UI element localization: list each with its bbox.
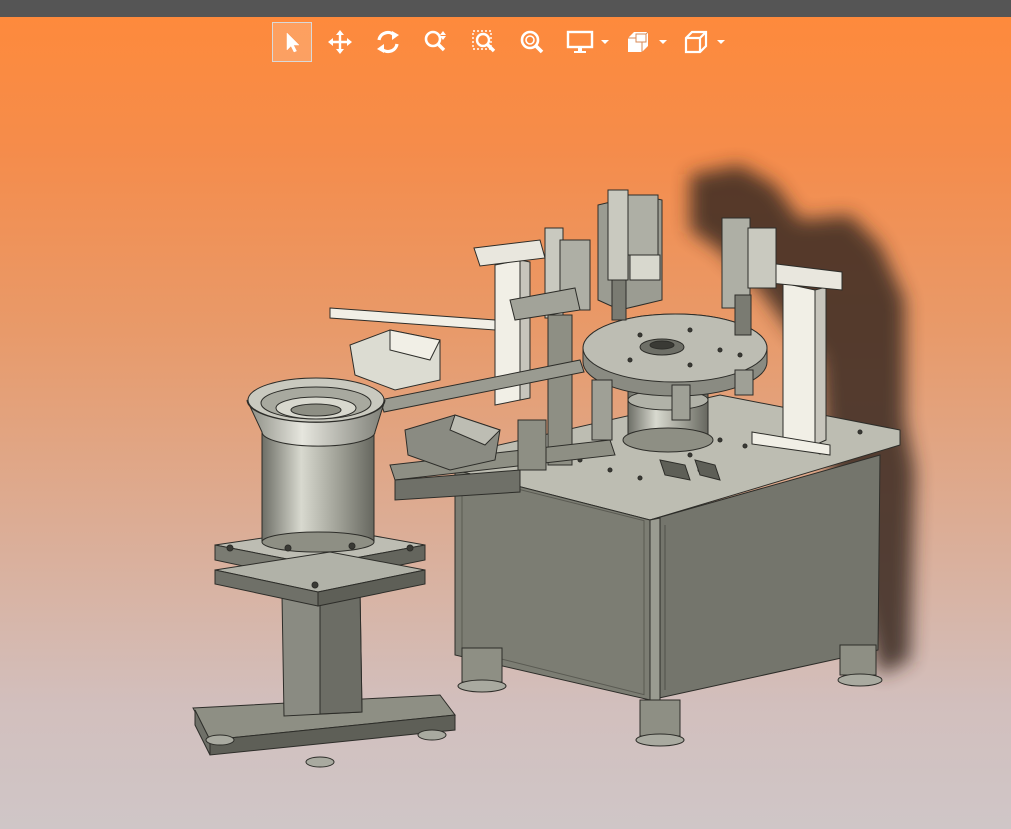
rotate-icon: [377, 30, 399, 54]
display-mode-dropdown[interactable]: [600, 22, 610, 62]
zoom-window-icon: [472, 30, 496, 53]
pan-tool-button[interactable]: [320, 22, 360, 62]
zoom-tool-button[interactable]: [416, 22, 456, 62]
display-monitor-icon: [566, 30, 594, 53]
section-view-button[interactable]: [618, 22, 658, 62]
view-toolbar: [272, 22, 726, 62]
select-arrow-icon: [286, 32, 300, 53]
rotate-tool-button[interactable]: [368, 22, 408, 62]
assembly-machine-3d-model: [192, 165, 915, 768]
zoom-window-tool-button[interactable]: [464, 22, 504, 62]
section-view-dropdown[interactable]: [658, 22, 668, 62]
section-view-icon: [628, 31, 649, 52]
view-orientation-dropdown[interactable]: [716, 22, 726, 62]
zoom-fit-tool-button[interactable]: [512, 22, 552, 62]
3d-viewport[interactable]: [0, 62, 1011, 829]
pan-move-icon: [328, 30, 352, 54]
zoom-icon: [424, 30, 446, 52]
chevron-down-icon: [717, 40, 725, 44]
chevron-down-icon: [601, 40, 609, 44]
display-mode-button[interactable]: [560, 22, 600, 62]
window-title-bar: [0, 0, 1011, 17]
view-cube-icon: [684, 30, 708, 54]
view-orientation-button[interactable]: [676, 22, 716, 62]
select-tool-button[interactable]: [272, 22, 312, 62]
chevron-down-icon: [659, 40, 667, 44]
zoom-fit-icon: [520, 30, 544, 54]
